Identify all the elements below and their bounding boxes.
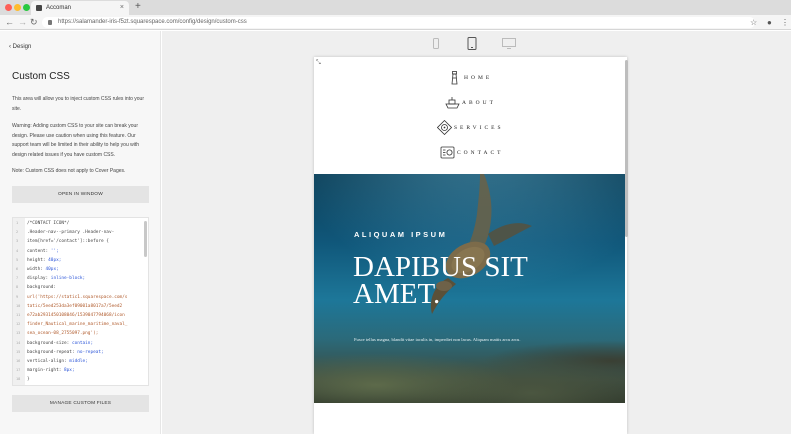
editor-scrollbar[interactable] (144, 221, 147, 257)
code-line: /*CONTACT ICON*/ (27, 221, 70, 226)
line-number: 2 (16, 230, 19, 235)
code-line: content: ''; (27, 248, 59, 254)
code-line: display: inline-block; (27, 276, 86, 282)
code-line: finder_Nautical_marine_maritime_naval_ (27, 322, 128, 328)
code-line: sea_ocean-08_2755097.png'); (27, 331, 99, 337)
address-bar[interactable]: https://salamander-iris-f5zt.squarespace… (42, 17, 755, 28)
code-line: width: 40px; (27, 267, 59, 272)
nav-label-about: ABOUT (462, 100, 496, 106)
code-line: vertical-align: middle; (27, 359, 88, 364)
favicon-icon (36, 5, 42, 11)
nav-item-home[interactable]: HOME (447, 70, 517, 85)
code-line: tatic/5eed253da3ef09001a8017a7/5eed2 (27, 303, 123, 309)
line-number: 10 (16, 303, 21, 308)
line-number: 11 (16, 313, 21, 317)
ship-icon (445, 97, 460, 109)
mobile-device-icon[interactable] (432, 38, 440, 49)
line-number: 18 (16, 377, 21, 382)
line-number: 9 (16, 294, 19, 299)
css-code-editor[interactable]: /*CONTACT ICON*/ .Header-nav--primary .He… (12, 217, 149, 386)
lock-icon (48, 20, 52, 25)
new-tab-button[interactable]: + (135, 1, 141, 12)
line-number: 16 (16, 359, 21, 363)
hero-heading-line-1: DAPIBUS SIT (353, 251, 528, 283)
browser-tab[interactable]: Accoman × (31, 1, 129, 15)
code-line: e72ab2931450108046/1539047794068/icon (27, 313, 125, 318)
hero-heading: DAPIBUS SIT AMET. (353, 251, 553, 310)
line-number: 15 (16, 349, 21, 354)
hero-body-text: Fusce tellus magna, blandit vitae iaculi… (354, 337, 521, 342)
code-line: background-size: contain; (27, 340, 94, 346)
note-text: Note: Custom CSS does not apply to Cover… (12, 168, 126, 174)
line-number: 4 (16, 248, 19, 253)
back-to-design-link[interactable]: ‹ Design (9, 44, 31, 50)
star-icon[interactable]: ☆ (750, 18, 757, 27)
nav-item-about[interactable]: ABOUT (445, 95, 515, 110)
hero-banner: ALIQUAM IPSUM DAPIBUS SIT AMET. Fusce te… (314, 174, 625, 403)
nav-label-home: HOME (464, 75, 493, 81)
intro-text: This area will allow you to inject custo… (12, 96, 144, 112)
panel-title: Custom CSS (12, 71, 70, 82)
radio-icon (440, 146, 455, 159)
line-number: 7 (16, 276, 19, 281)
lighthouse-icon (451, 71, 458, 85)
custom-css-panel: ‹ Design Custom CSS This area will allow… (0, 31, 161, 434)
line-number: 3 (16, 239, 19, 244)
browser-toolbar: ← → ↻ https://salamander-iris-f5zt.squar… (0, 15, 791, 30)
hero-heading-line-2: AMET. (353, 278, 441, 310)
code-line: background-repeat: no-repeat; (27, 349, 104, 355)
profile-icon[interactable]: ● (767, 18, 772, 27)
nav-item-contact[interactable]: CONTACT (440, 145, 510, 160)
resize-icon[interactable]: ⤡ (316, 60, 321, 67)
code-line: url('https://static1.squarespace.com/s (27, 294, 128, 300)
maximize-window-button[interactable] (23, 4, 30, 11)
menu-icon[interactable]: ⋮ (781, 18, 789, 27)
tablet-device-icon[interactable] (467, 37, 477, 50)
code-line: margin-right: 8px; (27, 368, 75, 374)
code-line: height: 40px; (27, 257, 62, 263)
tab-title: Accoman (46, 5, 72, 11)
code-line: item[href='/contact']::before { (27, 239, 109, 245)
line-number: 13 (16, 331, 21, 336)
line-number: 8 (16, 285, 19, 290)
code-line: background: (27, 285, 57, 291)
preview-scrollbar[interactable] (625, 60, 628, 237)
manage-custom-files-button[interactable]: MANAGE CUSTOM FILES (12, 395, 149, 412)
url-text: https://salamander-iris-f5zt.squarespace… (58, 19, 247, 25)
line-number: 17 (16, 368, 21, 373)
line-number: 5 (16, 257, 19, 262)
browser-tab-bar: Accoman × + (0, 0, 791, 15)
close-tab-icon[interactable]: × (120, 4, 124, 11)
nav-item-services[interactable]: SERVICES (437, 120, 507, 135)
compass-icon (437, 120, 452, 135)
line-number: 12 (16, 322, 21, 327)
nav-label-contact: CONTACT (457, 150, 504, 156)
line-number: 6 (16, 267, 19, 271)
back-link-label: Design (12, 44, 32, 50)
code-line: } (27, 377, 30, 383)
line-number: 14 (16, 340, 21, 345)
line-number: 1 (16, 221, 19, 225)
nav-label-services: SERVICES (454, 125, 504, 131)
reload-icon[interactable]: ↻ (30, 17, 38, 28)
forward-arrow-icon[interactable]: → (18, 17, 27, 27)
minimize-window-button[interactable] (14, 4, 21, 11)
warning-text: Warning: Adding custom CSS to your site … (12, 123, 140, 158)
hero-eyebrow: ALIQUAM IPSUM (354, 230, 448, 239)
desktop-device-icon[interactable] (502, 38, 516, 49)
code-line: .Header-nav--primary .Header-nav- (27, 230, 115, 236)
close-window-button[interactable] (5, 4, 12, 11)
open-in-window-button[interactable]: OPEN IN WINDOW (12, 186, 149, 203)
back-arrow-icon[interactable]: ← (5, 17, 14, 27)
